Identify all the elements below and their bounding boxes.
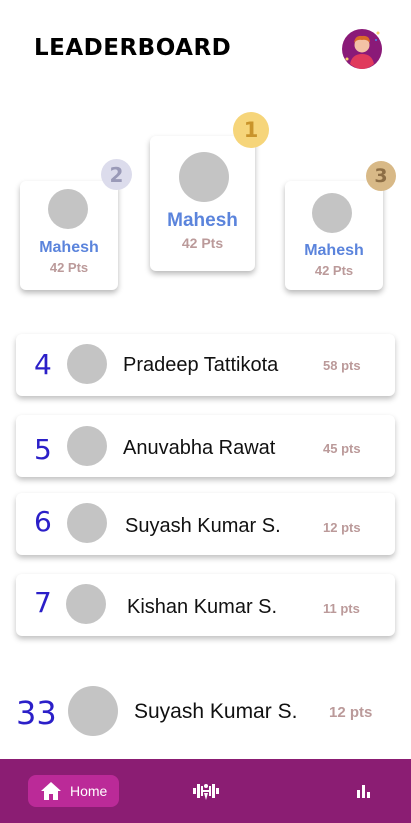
nav-home-button[interactable]: Home (28, 775, 119, 807)
avatar (48, 189, 88, 229)
current-user-rank: 33 (16, 694, 57, 732)
row-name: Pradeep Tattikota (123, 354, 279, 376)
avatar (67, 344, 107, 384)
leaderboard-row[interactable]: 6 Suyash Kumar S. 12 pts (16, 493, 395, 555)
podium-name: Mahesh (167, 210, 238, 231)
avatar (67, 426, 107, 466)
rank-badge-3: 3 (366, 161, 396, 191)
row-name: Anuvabha Rawat (123, 437, 276, 459)
home-icon (41, 782, 61, 800)
avatar (179, 152, 229, 202)
avatar (68, 686, 118, 736)
row-points: 12 pts (323, 520, 361, 535)
row-rank: 4 (34, 348, 52, 381)
rank-badge-2: 2 (101, 159, 132, 190)
row-rank: 6 (34, 505, 52, 538)
row-rank: 7 (34, 586, 52, 619)
row-points: 58 pts (323, 358, 361, 373)
bottom-nav: Home (0, 759, 411, 823)
bar-chart-icon[interactable] (356, 783, 372, 799)
row-points: 11 pts (323, 601, 360, 616)
leaderboard-row[interactable]: 7 Kishan Kumar S. 11 pts (16, 574, 395, 636)
row-points: 45 pts (323, 441, 361, 456)
leaderboard-row[interactable]: 5 Anuvabha Rawat 45 pts (16, 415, 395, 477)
avatar (312, 193, 352, 233)
podium-card-rank-2[interactable]: Mahesh 42 Pts (20, 181, 118, 290)
current-user-points: 12 pts (329, 704, 373, 721)
podium-card-rank-1[interactable]: Mahesh 42 Pts (150, 136, 255, 271)
avatar (66, 584, 106, 624)
row-rank: 5 (34, 433, 52, 466)
current-user-name: Suyash Kumar S. (134, 700, 298, 723)
podium-points: 42 Pts (49, 260, 89, 275)
nav-home-label: Home (70, 783, 108, 799)
dumbbell-icon[interactable] (192, 781, 220, 801)
podium-card-rank-3[interactable]: Mahesh 42 Pts (285, 181, 383, 290)
row-name: Suyash Kumar S. (125, 515, 281, 537)
page-title: LEADERBOARD (34, 35, 232, 61)
avatar (67, 503, 107, 543)
podium-points: 42 Pts (314, 263, 354, 278)
podium-name: Mahesh (39, 239, 99, 256)
rank-badge-1: 1 (233, 112, 269, 148)
leaderboard-row[interactable]: 4 Pradeep Tattikota 58 pts (16, 334, 395, 396)
podium-name: Mahesh (304, 242, 364, 259)
podium-points: 42 Pts (181, 235, 224, 251)
user-avatar-icon[interactable] (341, 28, 383, 70)
row-name: Kishan Kumar S. (127, 596, 278, 618)
